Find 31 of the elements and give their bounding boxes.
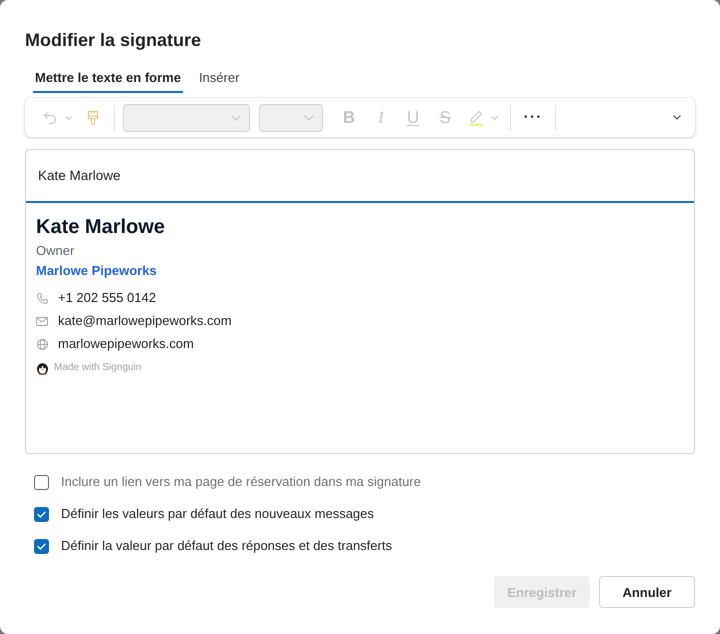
caret-icon	[65, 116, 72, 120]
globe-icon	[36, 338, 48, 350]
checkbox-label: Inclure un lien vers ma page de réservation dans ma signature	[61, 473, 421, 491]
chevron-down-icon	[231, 114, 241, 120]
chevron-down-icon	[304, 114, 314, 120]
phone-number: +1 202 555 0142	[58, 289, 156, 307]
credit-text: Made with Signguin	[54, 361, 142, 375]
highlighter-icon	[468, 110, 484, 126]
tab[interactable]: Mettre le texte en forme	[33, 69, 183, 93]
more-options-button[interactable]: ···	[519, 104, 547, 132]
cancel-button[interactable]: Annuler	[599, 576, 695, 608]
checkmark-icon	[37, 542, 46, 550]
website-address: marlowepipeworks.com	[58, 335, 194, 353]
tab[interactable]: Insérer	[196, 69, 242, 93]
phone-icon	[36, 292, 48, 304]
company-name: Marlowe Pipeworks	[36, 262, 157, 280]
undo-icon	[42, 110, 58, 126]
email-address: kate@marlowepipeworks.com	[58, 312, 232, 330]
penguin-icon	[36, 362, 49, 374]
dialog-title: Modifier la signature	[25, 29, 202, 52]
checkmark-icon	[37, 510, 46, 518]
checkbox[interactable]	[34, 538, 49, 554]
paintbrush-icon	[87, 110, 99, 126]
checkbox-label: Définir la valeur par défaut des réponses et des transferts	[61, 537, 392, 555]
signature-name: Kate Marlowe	[36, 215, 165, 240]
chevron-down-icon	[673, 115, 681, 120]
job-title: Owner	[36, 242, 74, 260]
envelope-icon	[36, 316, 48, 326]
caret-icon	[491, 116, 498, 120]
checkbox[interactable]	[34, 506, 49, 522]
checkbox-label: Définir les valeurs par défaut des nouveaux messages	[61, 505, 374, 523]
